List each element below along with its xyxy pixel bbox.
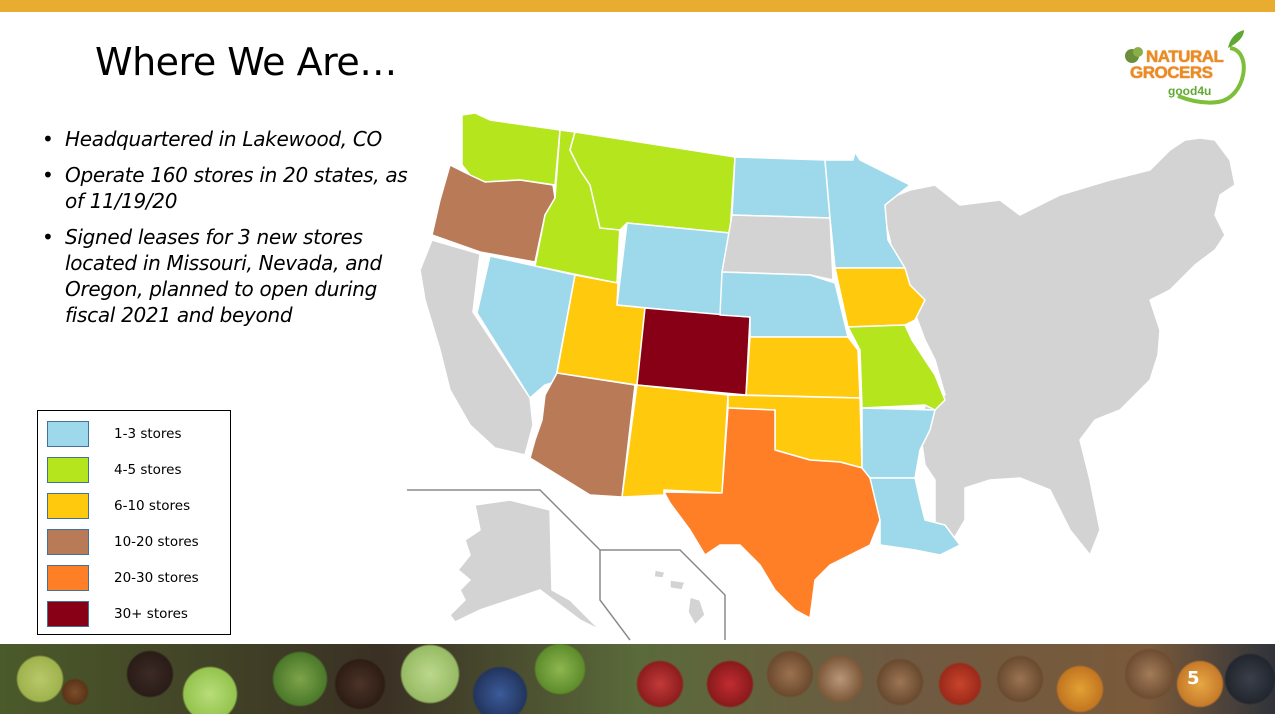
us-store-map xyxy=(407,112,1236,641)
legend-label: 30+ stores xyxy=(114,606,188,622)
natural-grocers-logo: NATURAL GROCERS good4u xyxy=(1118,26,1258,106)
state-south-dakota xyxy=(721,214,834,281)
bullet-icon: • xyxy=(42,127,54,151)
bullet-icon: • xyxy=(42,163,54,187)
state-north-dakota xyxy=(731,156,831,219)
legend-label: 6-10 stores xyxy=(114,498,191,514)
top-accent-bar xyxy=(0,0,1275,12)
page-number: 5 xyxy=(1187,668,1200,689)
legend-swatch xyxy=(47,457,89,483)
legend-label: 10-20 stores xyxy=(114,534,199,550)
legend-swatch xyxy=(47,565,89,591)
logo-tagline: good4u xyxy=(1168,84,1212,98)
state-kansas xyxy=(745,336,861,399)
legend-label: 4-5 stores xyxy=(114,462,182,478)
state-arkansas xyxy=(861,407,936,479)
bullet-text: Operate 160 stores in 20 states, as of 1… xyxy=(65,163,408,213)
legend-item: 30+ stores xyxy=(47,601,227,629)
state-hawaii xyxy=(653,569,706,626)
legend-swatch xyxy=(47,493,89,519)
legend-swatch xyxy=(47,529,89,555)
bullet-list: • Headquartered in Lakewood, CO • Operate … xyxy=(40,126,410,338)
bullet-text: Signed leases for 3 new stores located i… xyxy=(65,225,382,327)
legend-swatch xyxy=(47,421,89,447)
state-wyoming xyxy=(616,222,731,316)
state-alaska xyxy=(449,499,601,631)
slide-title: Where We Are… xyxy=(95,40,397,84)
legend-item: 1-3 stores xyxy=(47,421,227,449)
legend-item: 20-30 stores xyxy=(47,565,227,593)
bullet-icon: • xyxy=(42,225,54,249)
state-new-mexico xyxy=(621,384,729,498)
state-eastern-us xyxy=(884,137,1236,556)
legend-item: 6-10 stores xyxy=(47,493,227,521)
legend-label: 1-3 stores xyxy=(114,426,182,442)
footer-food-photo xyxy=(0,644,1275,714)
legend-item: 4-5 stores xyxy=(47,457,227,485)
map-legend: 1-3 stores 4-5 stores 6-10 stores 10-20 … xyxy=(37,410,231,635)
legend-item: 10-20 stores xyxy=(47,529,227,557)
bullet-item: • Operate 160 stores in 20 states, as of … xyxy=(40,162,410,214)
legend-label: 20-30 stores xyxy=(114,570,199,586)
bullet-item: • Signed leases for 3 new stores located … xyxy=(40,224,410,328)
bullet-text: Headquartered in Lakewood, CO xyxy=(65,127,382,151)
state-arizona xyxy=(529,372,636,498)
hawaii-inset-border xyxy=(600,549,726,640)
logo-line-grocers: GROCERS xyxy=(1130,63,1213,82)
bullet-item: • Headquartered in Lakewood, CO xyxy=(40,126,410,152)
state-colorado xyxy=(636,307,751,396)
legend-swatch xyxy=(47,601,89,627)
state-washington xyxy=(461,112,561,186)
